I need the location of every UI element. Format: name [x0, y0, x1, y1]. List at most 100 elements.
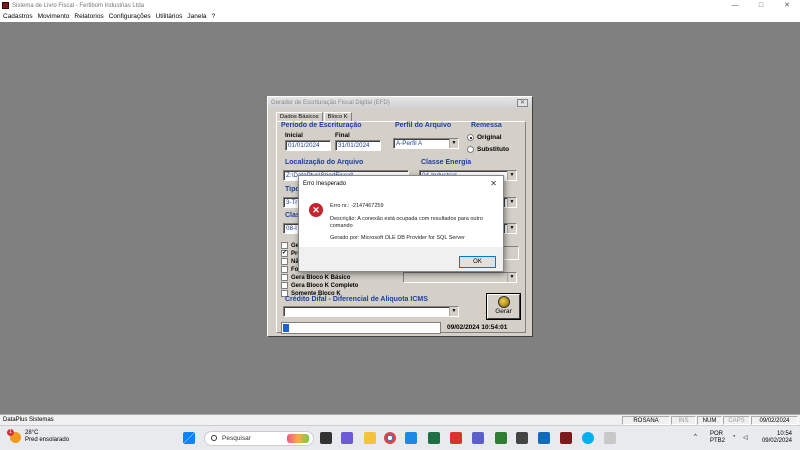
chrome-icon[interactable] — [384, 432, 396, 444]
error-description: Descrição: A conexão está ocupada com re… — [330, 216, 483, 229]
clock-date: 09/02/2024 — [761, 438, 792, 444]
progress-fill — [283, 324, 290, 332]
error-icon: ✕ — [309, 203, 323, 217]
tab-bloco-k[interactable]: Bloco K — [323, 112, 352, 121]
checkbox — [281, 258, 288, 265]
gear-person-icon — [497, 296, 510, 308]
check-bloco-k-basico[interactable]: Gera Bloco K Básico — [281, 274, 350, 281]
maximize-button[interactable]: □ — [748, 0, 774, 11]
aux-select-disabled[interactable]: ▼ — [403, 272, 517, 283]
menu-utilitarios[interactable]: Utilitários — [156, 13, 183, 20]
check-bloco-k-completo-label: Gera Bloco K Completo — [291, 282, 359, 289]
check-bloco-k-completo[interactable]: Gera Bloco K Completo — [281, 282, 358, 289]
livro-fiscal-app-icon[interactable] — [560, 432, 572, 444]
clock-time: 10:54 — [776, 431, 792, 437]
radio-dot — [467, 146, 474, 153]
chevron-down-icon: ▼ — [449, 139, 458, 148]
wifi-icon[interactable]: ◔ — [732, 434, 736, 440]
clock[interactable]: 10:54 09/02/2024 — [758, 431, 792, 445]
remessa-substituto-radio[interactable]: Substituto — [467, 146, 509, 153]
menu-relatorios[interactable]: Relatorios — [74, 13, 103, 20]
weather-text: 28°C Pred ensolarado — [25, 430, 69, 444]
search-highlight-icon — [287, 434, 309, 443]
chevron-down-icon: ▼ — [449, 307, 458, 316]
app-icon-gray[interactable] — [604, 432, 616, 444]
error-body: ✕ Erro nr.: -2147467259 Descrição: A con… — [299, 193, 503, 247]
perfil-title: Perfil do Arquivo — [395, 122, 452, 129]
check-bloco-k-basico-label: Gera Bloco K Básico — [291, 274, 351, 281]
menu-bar: Cadastros Movimento Relatorios Configura… — [0, 11, 800, 22]
minimize-button[interactable]: — — [722, 0, 748, 11]
chevron-down-icon: ▼ — [507, 273, 516, 282]
menu-cadastros[interactable]: Cadastros — [3, 13, 33, 20]
close-button[interactable]: ✕ — [774, 0, 800, 11]
outlook-icon[interactable] — [538, 432, 550, 444]
teams-icon[interactable] — [472, 432, 484, 444]
gerar-button[interactable]: Gerar — [486, 293, 521, 320]
checkbox — [281, 266, 288, 273]
radio-dot-selected — [467, 134, 474, 141]
lang-layout: PTB2 — [710, 438, 726, 444]
search-placeholder: Pesquisar — [222, 435, 251, 442]
ok-button[interactable]: OK — [459, 256, 496, 268]
volume-icon[interactable]: ◁ — [743, 434, 748, 441]
difal-title: Crédito Difal - Diferencial de Aliquota … — [285, 296, 428, 303]
error-code: Erro nr.: -2147467259 — [330, 203, 384, 209]
efd-close-button[interactable]: ✕ — [517, 99, 528, 107]
menu-janela[interactable]: Janela — [187, 13, 206, 20]
status-bar: DataPlus Sistemas ROSANA INS NUM CAPS 09… — [0, 414, 800, 425]
progress-bar — [281, 322, 441, 334]
tab-dados-basicos[interactable]: Dados Básicos — [276, 112, 323, 121]
weather-widget[interactable]: 1 28°C Pred ensolarado — [7, 428, 69, 444]
efd-title: Gerador de Escrituração Fiscal Digital (… — [271, 100, 390, 106]
chevron-down-icon: ▼ — [507, 224, 516, 233]
remessa-substituto-label: Substituto — [477, 146, 510, 153]
status-user: ROSANA — [622, 416, 670, 425]
temperature: 28°C — [25, 430, 39, 436]
remessa-original-radio[interactable]: Original — [467, 134, 502, 141]
anydesk-icon[interactable] — [450, 432, 462, 444]
classe-dropdown-right[interactable]: ▼ — [503, 223, 517, 234]
database-app-icon[interactable] — [516, 432, 528, 444]
remessa-original-label: Original — [477, 134, 502, 141]
perfil-select[interactable]: A-Perfil A ▼ — [393, 138, 459, 149]
error-title: Erro Inesperado — [299, 176, 503, 193]
search-icon — [211, 435, 217, 441]
datetime-display: 09/02/2024 10:54:01 — [447, 324, 508, 331]
error-close-icon[interactable]: ✕ — [490, 179, 497, 188]
task-view-icon[interactable] — [320, 432, 332, 444]
skype-icon[interactable] — [582, 432, 594, 444]
status-company: DataPlus Sistemas — [3, 417, 54, 423]
checkbox-checked: ✓ — [281, 250, 288, 257]
remessa-title: Remessa — [471, 122, 502, 129]
lang-code: POR — [710, 431, 724, 437]
status-caps: CAPS — [723, 416, 750, 425]
language-indicator[interactable]: POR PTB2 — [710, 431, 725, 445]
tray-overflow-icon[interactable]: ^ — [694, 434, 697, 440]
finance-app-icon[interactable] — [495, 432, 507, 444]
error-source: Gerado por: Microsoft OLE DB Provider fo… — [330, 235, 465, 241]
status-ins: INS — [671, 416, 696, 425]
chat-icon[interactable] — [341, 432, 353, 444]
window-controls: — □ ✕ — [722, 0, 800, 11]
app-icon — [2, 2, 9, 9]
classe-energia-title: Classe Energia — [421, 159, 472, 166]
window-title: Sistema de Livro Fiscal - Fertibom Indus… — [12, 2, 145, 9]
weather-condition: Pred ensolarado — [25, 437, 70, 443]
file-explorer-icon[interactable] — [364, 432, 376, 444]
windows-start-icon[interactable] — [183, 432, 195, 444]
menu-movimento[interactable]: Movimento — [38, 13, 70, 20]
excel-icon[interactable] — [428, 432, 440, 444]
menu-configuracoes[interactable]: Configurações — [109, 13, 151, 20]
inicial-date-field[interactable]: 01/01/2024 — [285, 140, 331, 151]
final-label: Final — [335, 132, 350, 139]
difal-select[interactable]: ▼ — [283, 306, 459, 317]
search-box[interactable]: Pesquisar — [204, 431, 314, 446]
final-date-field[interactable]: 31/01/2024 — [335, 140, 381, 151]
tipo-dropdown-right[interactable]: ▼ — [503, 197, 517, 208]
status-date: 09/02/2024 — [751, 416, 798, 425]
checkbox — [281, 282, 288, 289]
word-icon[interactable] — [405, 432, 417, 444]
menu-help[interactable]: ? — [212, 13, 216, 20]
taskbar: 1 28°C Pred ensolarado Pesquisar ^ POR P… — [0, 425, 800, 450]
